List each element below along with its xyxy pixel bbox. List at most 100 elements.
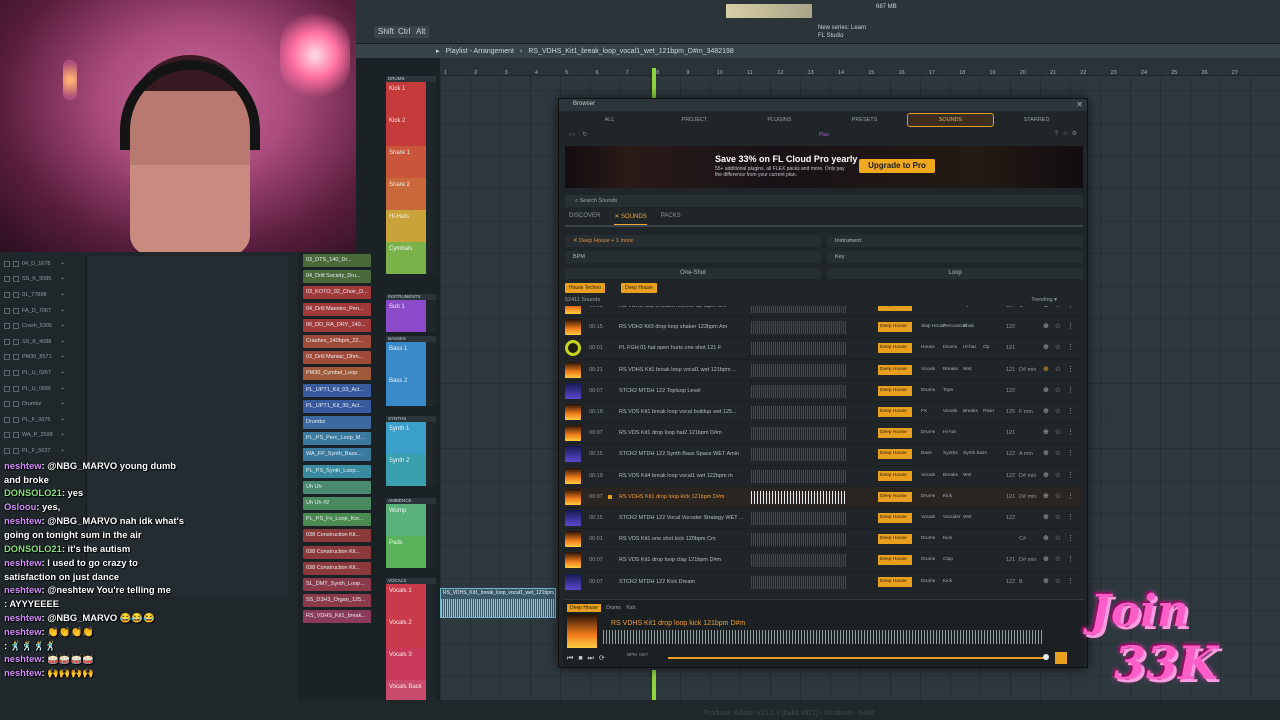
chat-username[interactable]: Osloou — [4, 501, 36, 512]
channel-select-box[interactable] — [4, 338, 10, 345]
chat-username[interactable]: neshtew — [4, 653, 42, 664]
sound-tag[interactable]: Breaks — [963, 409, 978, 414]
sort-dropdown[interactable]: Trending ▾ — [1031, 297, 1057, 303]
sound-row[interactable]: 00:18 RS VDS Kit1 break loop vocal buildu… — [563, 402, 1081, 424]
channel-mute-box[interactable] — [13, 338, 19, 345]
plus-icon[interactable]: + — [61, 432, 64, 438]
picker-clip[interactable]: WA_FP_Synth_Bass... — [303, 448, 371, 462]
download-icon[interactable]: ⊕ — [1043, 556, 1055, 563]
sound-tag[interactable]: Kick — [943, 579, 952, 584]
channel-select-box[interactable] — [4, 323, 10, 330]
more-icon[interactable]: ⋮ — [1067, 344, 1080, 351]
sound-row[interactable]: 00:07 RS VDS Kit1 drop loop clap 121bpm D… — [563, 550, 1081, 572]
sound-tag[interactable]: Hi-hat — [963, 345, 976, 350]
picker-clip[interactable]: 038 Construction Kit... — [303, 561, 371, 575]
bpm-filter[interactable]: BPM — [565, 251, 821, 263]
sound-tag[interactable]: Hi-hat — [943, 430, 956, 435]
genre-tag[interactable]: Deep House — [878, 513, 912, 523]
sound-tag[interactable]: Riser — [983, 409, 994, 414]
channel-select-box[interactable] — [4, 385, 10, 392]
track-header[interactable]: Kick 1 — [386, 82, 436, 114]
sound-tag[interactable]: Breaks — [943, 367, 958, 372]
sound-waveform[interactable] — [751, 406, 847, 419]
sound-tag[interactable]: Shak — [963, 324, 974, 329]
download-icon[interactable]: ⊕ — [1043, 366, 1055, 373]
sound-tag[interactable]: Clap — [943, 557, 953, 562]
sound-tag[interactable]: Synth bass — [963, 451, 987, 456]
genre-tag[interactable]: Deep House — [878, 385, 912, 396]
picker-clip[interactable]: 038 Construction Kit... — [303, 545, 371, 559]
star-icon[interactable]: ☆ — [1055, 556, 1067, 563]
star-icon[interactable]: ☆ — [1055, 306, 1067, 309]
channel-mute-box[interactable] — [13, 276, 19, 283]
track-header[interactable]: Cymbals — [386, 242, 436, 274]
sound-tag[interactable]: Drums — [921, 388, 935, 393]
sound-tag[interactable]: Breaks — [943, 473, 958, 478]
sound-tag[interactable]: Op — [983, 345, 989, 350]
channel-mute-box[interactable] — [13, 447, 19, 454]
download-icon[interactable]: ⊕ — [1043, 472, 1055, 479]
channel-mute-box[interactable] — [13, 432, 19, 439]
sound-row[interactable]: 00:07 RS VDHS Kit1 drop loop kick 121bpm … — [563, 486, 1081, 508]
chat-username[interactable]: neshtew — [4, 557, 42, 568]
sound-row[interactable]: 00:15 RS VDH2 Kit3 drop loop shaker 122bp… — [563, 317, 1081, 339]
audio-clip[interactable]: RS_VDHS_Kit1_break_loop_vocal1_wet_121bp… — [440, 588, 556, 618]
loop-icon[interactable]: ⟳ — [599, 655, 610, 662]
picker-clip[interactable]: PM30_Cymbal_Loop — [303, 367, 371, 381]
sound-name[interactable]: RS VDS Kit1 one shot kick 120bpm Cm — [619, 536, 745, 542]
star-icon[interactable]: ☆ — [1062, 131, 1071, 137]
download-icon[interactable]: ⊕ — [1043, 408, 1055, 415]
picker-clip[interactable]: SS_D3H3_Organ_125... — [303, 594, 371, 608]
more-icon[interactable]: ⋮ — [1067, 472, 1080, 479]
playhead-marker[interactable] — [652, 68, 656, 98]
picker-clip[interactable]: SL_DMT_Synth_Loop... — [303, 578, 371, 591]
channel-mute-box[interactable] — [13, 369, 19, 376]
track-header[interactable]: Synth 2 — [386, 454, 436, 486]
download-icon[interactable]: ⊕ — [1043, 344, 1055, 351]
sound-tag[interactable]: Vocals — [921, 473, 935, 478]
sound-row[interactable]: 00:15 STCR2 MTDH 122 Vocal Vocoder Strate… — [563, 508, 1081, 530]
more-icon[interactable]: ⋮ — [1067, 450, 1080, 457]
genre-tag[interactable]: Deep House — [878, 576, 912, 587]
picker-clip[interactable]: Uh Uh — [303, 480, 371, 494]
download-icon[interactable]: ⊕ — [1043, 429, 1055, 436]
mixer-channel[interactable]: SS_K_4088 + — [2, 334, 86, 350]
sound-waveform[interactable] — [751, 575, 847, 589]
more-icon[interactable]: ⋮ — [1067, 323, 1080, 330]
player-tag[interactable]: Kick — [626, 605, 635, 611]
genre-tag[interactable]: Deep House — [878, 555, 912, 566]
star-icon[interactable]: ☆ — [1055, 344, 1067, 351]
sound-waveform[interactable] — [751, 384, 847, 398]
sound-tag[interactable]: Vocals — [943, 409, 957, 414]
genre-filter[interactable]: ✕ Deep House + 1 more — [565, 235, 821, 247]
sound-name[interactable]: STCR2 MTDH 122 Vocal Vocoder Strategy WE… — [619, 515, 745, 521]
channel-select-box[interactable] — [4, 354, 10, 361]
sound-tag[interactable]: Kick — [943, 536, 952, 541]
sound-tag[interactable]: Vocoder — [943, 515, 961, 520]
sound-name[interactable]: RS VDH2 Kit3 drop loop shaker 122bpm Am — [619, 324, 745, 330]
sound-name[interactable]: RS VDH5 Kit3 fx crash reverse 124bpm Gm — [619, 306, 745, 309]
sound-tag[interactable]: Drums — [921, 430, 935, 435]
plus-icon[interactable]: + — [61, 401, 64, 407]
track-header[interactable]: Kick 2 — [386, 114, 436, 146]
more-icon[interactable]: ⋮ — [1067, 556, 1080, 563]
mixer-channel[interactable]: 01_77898 + — [2, 287, 86, 303]
sound-waveform[interactable] — [751, 427, 847, 441]
sound-name[interactable]: RS VDS Kit4 break loop vocal1 wet 122bpm… — [619, 473, 745, 479]
upgrade-button[interactable]: Upgrade to Pro — [859, 159, 935, 173]
chat-username[interactable]: neshtew — [4, 515, 42, 526]
sound-name[interactable]: RS VDS Kit1 drop loop clap 121bpm D#m — [619, 557, 745, 563]
mixer-channel[interactable]: SS_K_9085 + — [2, 272, 86, 288]
plus-icon[interactable]: + — [61, 308, 64, 314]
channel-mute-box[interactable] — [13, 307, 19, 314]
more-icon[interactable]: ⋮ — [1067, 366, 1080, 373]
download-icon[interactable]: ⊕ — [1043, 578, 1055, 585]
subtab-discover[interactable]: DISCOVER — [569, 213, 600, 225]
sound-name[interactable]: STCR2 MTDH 122 Synth Bass Space WET Amin — [619, 451, 745, 457]
genre-tag[interactable]: Deep House — [878, 491, 912, 502]
back-icon[interactable]: ‹ › — [569, 132, 575, 138]
sound-waveform[interactable] — [751, 512, 847, 525]
sound-row[interactable]: 00:19 RS VDS Kit4 break loop vocal1 wet 1… — [563, 466, 1081, 487]
sound-row[interactable]: 00:07 STCR2 MTDH 122 Topluop Level Deep Ho… — [563, 381, 1081, 402]
more-icon[interactable]: ⋮ — [1067, 493, 1080, 500]
